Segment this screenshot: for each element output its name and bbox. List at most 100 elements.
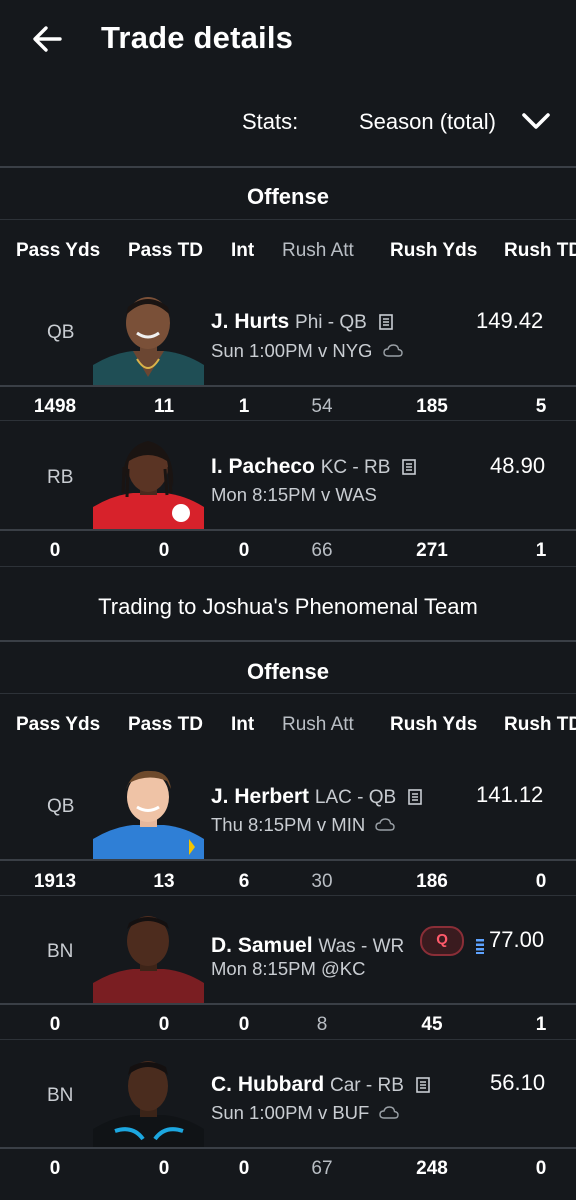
slot-label: QB xyxy=(47,322,75,343)
divider xyxy=(0,859,576,861)
divider xyxy=(0,420,576,421)
fantasy-score: 77.00 xyxy=(489,927,545,952)
game-info: Mon 8:15PM v WAS xyxy=(211,484,377,506)
player-name[interactable]: I. Pacheco KC - RB xyxy=(211,455,417,479)
divider xyxy=(0,895,576,896)
pass-yds-value: 1498 xyxy=(33,396,77,417)
rush-att-value: 67 xyxy=(311,1158,333,1179)
player-name-text[interactable]: J. Hurts xyxy=(211,310,289,333)
divider xyxy=(0,566,576,567)
player-photo xyxy=(93,911,204,1003)
col-pass-td: Pass TD xyxy=(128,240,203,261)
stats-label: Stats: xyxy=(242,109,299,134)
divider xyxy=(0,219,576,220)
slot-label: BN xyxy=(47,941,74,962)
pass-td-value: 0 xyxy=(158,1158,170,1179)
player-name[interactable]: J. Herbert LAC - QB xyxy=(211,785,422,809)
col-rush-td: Rush TD xyxy=(504,240,576,261)
chevron-down-icon[interactable] xyxy=(520,108,552,136)
rush-td-value: 1 xyxy=(535,1014,547,1035)
notes-icon[interactable] xyxy=(378,314,393,330)
game-time: Sun 1:00PM v BUF xyxy=(211,1102,370,1123)
int-value: 0 xyxy=(238,1158,250,1179)
col-rush-yds: Rush Yds xyxy=(390,714,478,735)
rush-yds-value: 271 xyxy=(416,540,448,561)
divider xyxy=(0,640,576,642)
stats-dropdown[interactable]: Season (total) xyxy=(359,109,496,135)
game-info: Sun 1:00PM v BUF xyxy=(211,1102,400,1124)
fantasy-score: 56.10 xyxy=(490,1070,546,1095)
game-time: Mon 8:15PM v WAS xyxy=(211,484,377,505)
cloud-icon xyxy=(375,818,396,831)
player-name-text[interactable]: C. Hubbard xyxy=(211,1073,324,1096)
notes-icon[interactable] xyxy=(408,789,422,805)
divider xyxy=(0,1147,576,1149)
int-value: 0 xyxy=(238,540,250,561)
rush-td-value: 1 xyxy=(535,540,547,561)
rush-att-value: 54 xyxy=(311,396,333,417)
pass-yds-value: 1913 xyxy=(33,871,77,892)
slot-label: BN xyxy=(47,1085,74,1106)
col-int: Int xyxy=(231,714,255,735)
section-title: Offense xyxy=(247,184,329,209)
divider xyxy=(0,1039,576,1040)
col-int: Int xyxy=(231,240,255,261)
pass-td-value: 0 xyxy=(158,540,170,561)
fantasy-score: 149.42 xyxy=(476,308,544,333)
rush-yds-value: 45 xyxy=(421,1014,443,1035)
player-name[interactable]: J. Hurts Phi - QB xyxy=(211,310,393,334)
news-icon[interactable] xyxy=(475,937,485,955)
fantasy-score: 141.12 xyxy=(476,782,544,807)
pass-td-value: 11 xyxy=(153,396,175,417)
game-time: Thu 8:15PM v MIN xyxy=(211,814,366,835)
player-name-text[interactable]: J. Herbert xyxy=(211,785,309,808)
col-pass-yds: Pass Yds xyxy=(16,240,101,261)
player-photo xyxy=(93,1055,204,1147)
pass-yds-value: 0 xyxy=(49,1158,61,1179)
section-title: Offense xyxy=(247,659,329,684)
col-rush-yds: Rush Yds xyxy=(390,240,478,261)
player-name[interactable]: D. Samuel Was - WR Q xyxy=(211,926,485,958)
rush-yds-value: 248 xyxy=(416,1158,448,1179)
game-info: Thu 8:15PM v MIN xyxy=(211,814,396,836)
team-position: Phi - QB xyxy=(295,312,367,333)
pass-td-value: 13 xyxy=(153,871,175,892)
injury-status-text: Q xyxy=(436,931,448,948)
pass-td-value: 0 xyxy=(158,1014,170,1035)
arrow-left-icon[interactable] xyxy=(30,22,64,56)
int-value: 6 xyxy=(238,871,250,892)
game-time: Mon 8:15PM @KC xyxy=(211,958,366,979)
team-position: Car - RB xyxy=(330,1075,404,1096)
slot-label: QB xyxy=(47,796,75,817)
int-value: 0 xyxy=(238,1014,250,1035)
player-photo xyxy=(93,293,204,385)
int-value: 1 xyxy=(238,396,250,417)
team-position: KC - RB xyxy=(320,457,391,478)
notes-icon[interactable] xyxy=(415,1077,430,1093)
player-photo xyxy=(93,767,204,859)
game-time: Sun 1:00PM v NYG xyxy=(211,340,373,361)
col-pass-td: Pass TD xyxy=(128,714,203,735)
player-name[interactable]: C. Hubbard Car - RB xyxy=(211,1073,430,1097)
divider xyxy=(0,385,576,387)
stat-values-row: 0 0 0 66 271 1 xyxy=(0,540,576,568)
divider xyxy=(0,529,576,531)
rush-att-value: 8 xyxy=(316,1014,328,1035)
col-rush-att: Rush Att xyxy=(282,240,354,261)
stat-values-row: 0 0 0 8 45 1 xyxy=(0,1014,576,1042)
player-name-text[interactable]: D. Samuel xyxy=(211,934,313,957)
divider xyxy=(0,166,576,168)
rush-yds-value: 186 xyxy=(416,871,448,892)
injury-status-badge[interactable]: Q xyxy=(420,926,465,956)
player-name-text[interactable]: I. Pacheco xyxy=(211,455,315,478)
slot-label: RB xyxy=(47,467,74,488)
game-info: Mon 8:15PM @KC xyxy=(211,958,366,980)
rush-att-value: 66 xyxy=(311,540,333,561)
game-info: Sun 1:00PM v NYG xyxy=(211,340,403,362)
rush-td-value: 0 xyxy=(535,1158,547,1179)
player-photo xyxy=(93,437,204,529)
col-pass-yds: Pass Yds xyxy=(16,714,101,735)
trading-to-label: Trading to Joshua's Phenomenal Team xyxy=(98,594,478,619)
notes-icon[interactable] xyxy=(402,459,417,475)
divider xyxy=(0,693,576,694)
